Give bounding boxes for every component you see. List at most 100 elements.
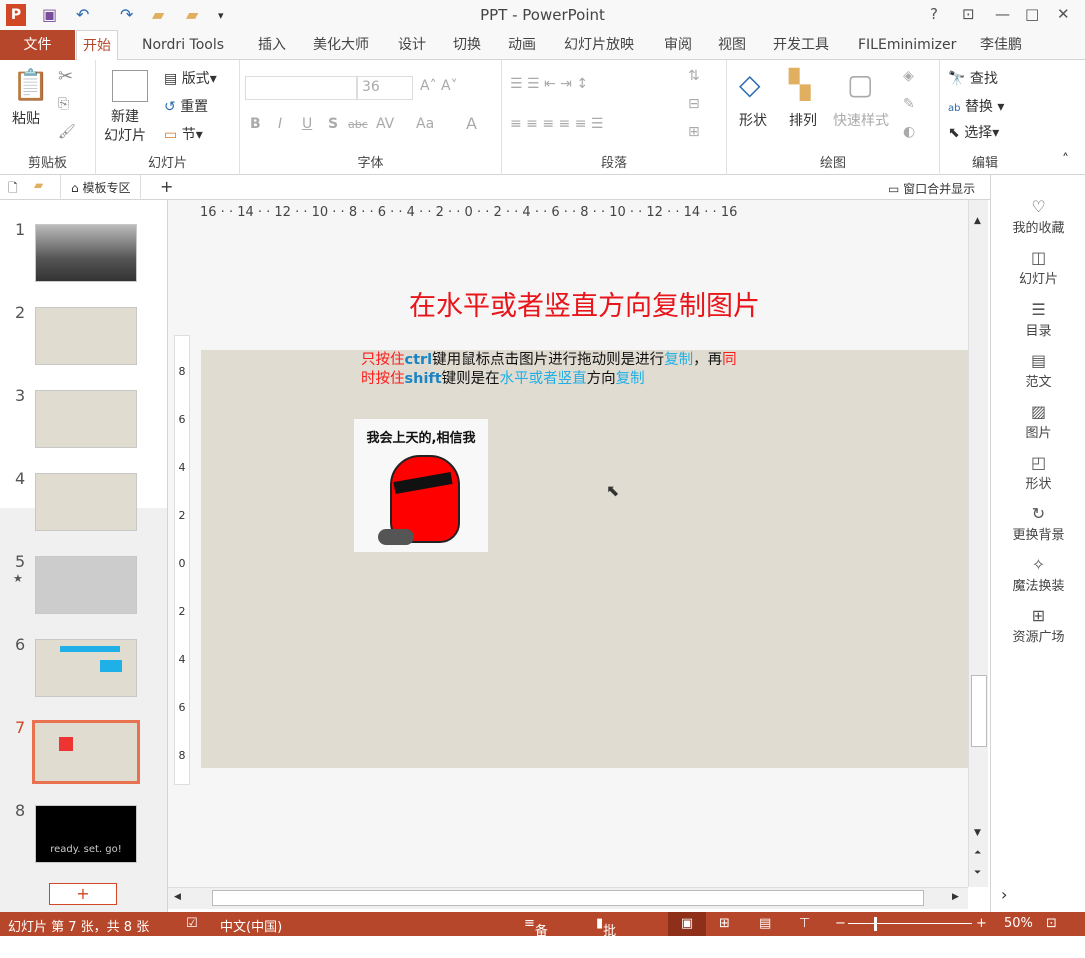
resource-square-item[interactable]: ⊞ 资源广场 (991, 606, 1085, 645)
add-tab-button[interactable]: + (160, 177, 173, 196)
horizontal-scrollbar[interactable]: ◀ ▶ (168, 887, 968, 909)
toc-item[interactable]: ☰ 目录 (991, 300, 1085, 339)
spell-check-icon[interactable]: ☑ (186, 916, 198, 931)
text-direction-icon[interactable]: ⇅ (688, 68, 700, 84)
paste-icon[interactable]: 📋 (12, 68, 49, 103)
slideshow-button[interactable]: ⊤ (799, 916, 810, 931)
zoom-out-button[interactable]: − (835, 916, 846, 931)
previous-slide-icon[interactable]: ⏶ (974, 848, 981, 858)
images-item[interactable]: ▨ 图片 (991, 402, 1085, 441)
font-size-input[interactable]: 36 (357, 76, 413, 100)
slide-thumbnail-4[interactable] (35, 473, 137, 531)
zoom-level[interactable]: 50% (1004, 916, 1033, 931)
slide-sorter-button[interactable]: ⊞ (719, 916, 730, 931)
scroll-down-icon[interactable]: ▼ (974, 828, 981, 838)
cut-icon[interactable]: ✂ (58, 66, 73, 87)
layout-button[interactable]: ▤ 版式▾ (164, 68, 217, 88)
new-slide-icon[interactable] (112, 70, 148, 102)
reset-button[interactable]: ↺ 重置 (164, 96, 208, 116)
align-text-icon[interactable]: ⊟ (688, 96, 700, 112)
slide-title[interactable]: 在水平或者竖直方向复制图片 (201, 284, 968, 323)
replace-button[interactable]: ab 替换 ▾ (948, 96, 1004, 116)
template-zone-tab[interactable]: ⌂ 模板专区 (60, 175, 142, 200)
tab-review[interactable]: 审阅 (658, 30, 698, 60)
close-button[interactable]: ✕ (1057, 5, 1070, 23)
shadow-button[interactable]: S (328, 116, 338, 132)
bullets-icon[interactable]: ☰ ☰ ⇤ ⇥ ↕ (510, 76, 588, 92)
slide-image[interactable]: 我会上天的,相信我 (354, 419, 488, 552)
zoom-slider[interactable] (848, 923, 972, 924)
magic-makeover-item[interactable]: ✧ 魔法换装 (991, 555, 1085, 594)
slide-thumbnail-7[interactable] (32, 720, 140, 784)
scroll-left-icon[interactable]: ◀ (174, 892, 181, 902)
section-button[interactable]: ▭ 节▾ (164, 124, 203, 144)
bold-button[interactable]: B (250, 116, 261, 132)
add-slide-button[interactable]: + (49, 883, 117, 905)
tab-fileminimizer[interactable]: FILEminimizer (852, 30, 962, 60)
shape-outline-icon[interactable]: ✎ (903, 96, 915, 112)
help-button[interactable]: ? (930, 5, 938, 23)
next-slide-icon[interactable]: ⏷ (974, 868, 981, 878)
tab-slideshow[interactable]: 幻灯片放映 (558, 30, 640, 60)
collapse-ribbon-icon[interactable]: ˄ (1062, 152, 1069, 168)
expand-panel-icon[interactable]: › (1001, 885, 1007, 904)
find-button[interactable]: 🔭 查找 (948, 68, 998, 88)
language[interactable]: 中文(中国) (220, 916, 282, 935)
shapes-button[interactable]: 形状 (739, 110, 767, 130)
tab-nordri-tools[interactable]: Nordri Tools (136, 30, 230, 60)
fit-to-window-icon[interactable]: ⊡ (1046, 916, 1057, 931)
shape-effects-icon[interactable]: ◐ (903, 124, 915, 140)
quick-styles-button[interactable]: 快速样式 (833, 110, 889, 130)
tab-developer[interactable]: 开发工具 (767, 30, 835, 60)
hscroll-thumb[interactable] (212, 890, 924, 906)
change-case-button[interactable]: Aa (416, 116, 434, 132)
select-button[interactable]: ⬉ 选择▾ (948, 122, 999, 142)
slide-thumbnail-5[interactable] (35, 556, 137, 614)
change-background-item[interactable]: ↻ 更换背景 (991, 504, 1085, 543)
font-name-input[interactable] (245, 76, 357, 100)
slide-thumbnail-8[interactable]: ready. set. go! (35, 805, 137, 863)
minimize-button[interactable]: — (995, 5, 1010, 23)
folder-icon[interactable]: ▰ (34, 178, 43, 192)
underline-button[interactable]: U (302, 116, 312, 132)
zoom-slider-thumb[interactable] (874, 917, 877, 931)
quick-styles-icon[interactable]: ▢ (847, 68, 873, 101)
tab-insert[interactable]: 插入 (252, 30, 292, 60)
maximize-button[interactable]: □ (1025, 5, 1039, 23)
paste-button[interactable]: 粘贴 (12, 108, 40, 128)
arrange-icon[interactable]: ▚ (789, 68, 811, 101)
new-slide-button[interactable]: 新建 幻灯片 (104, 108, 146, 146)
slide-thumbnail-2[interactable] (35, 307, 137, 365)
scroll-right-icon[interactable]: ▶ (952, 892, 959, 902)
tab-beautify[interactable]: 美化大师 (307, 30, 375, 60)
tab-transitions[interactable]: 切换 (447, 30, 487, 60)
grow-font-icon[interactable]: A˄ A˅ (420, 78, 458, 94)
samples-item[interactable]: ▤ 范文 (991, 351, 1085, 390)
tab-home[interactable]: 开始 (76, 30, 118, 61)
scroll-thumb[interactable] (971, 675, 987, 747)
slide-thumbnail-3[interactable] (35, 390, 137, 448)
strikethrough-button[interactable]: abc (348, 118, 368, 131)
slides-item[interactable]: ◫ 幻灯片 (991, 248, 1085, 287)
tab-view[interactable]: 视图 (712, 30, 752, 60)
smartart-icon[interactable]: ⊞ (688, 124, 700, 140)
align-icons[interactable]: ≡ ≡ ≡ ≡ ≡ ☰ (510, 116, 603, 132)
format-painter-icon[interactable]: 🖌 (58, 124, 76, 140)
tab-file[interactable]: 文件 (0, 30, 75, 60)
user-account[interactable]: 李佳鹏 (974, 30, 1028, 60)
zoom-in-button[interactable]: + (976, 916, 987, 931)
notes-button[interactable]: ≡ 备注 (524, 916, 548, 958)
tab-design[interactable]: 设计 (392, 30, 432, 60)
new-doc-icon[interactable]: 🗋 (8, 179, 18, 200)
shapes-item[interactable]: ◰ 形状 (991, 453, 1085, 492)
comments-button[interactable]: ▮ 批注 (596, 916, 616, 958)
shape-fill-icon[interactable]: ◈ (903, 68, 914, 84)
scroll-up-icon[interactable]: ▲ (974, 216, 981, 226)
slide-thumbnail-1[interactable] (35, 224, 137, 282)
reading-view-button[interactable]: ▤ (759, 916, 771, 931)
tab-animations[interactable]: 动画 (502, 30, 542, 60)
font-color-button[interactable]: A (466, 114, 477, 133)
ribbon-display-options-button[interactable]: ⊡ (962, 5, 975, 23)
slide-thumbnail-6[interactable] (35, 639, 137, 697)
slide-body-text[interactable]: 只按住ctrl键用鼠标点击图片进行拖动则是进行复制，再同时按住shift键则是在… (361, 351, 751, 389)
